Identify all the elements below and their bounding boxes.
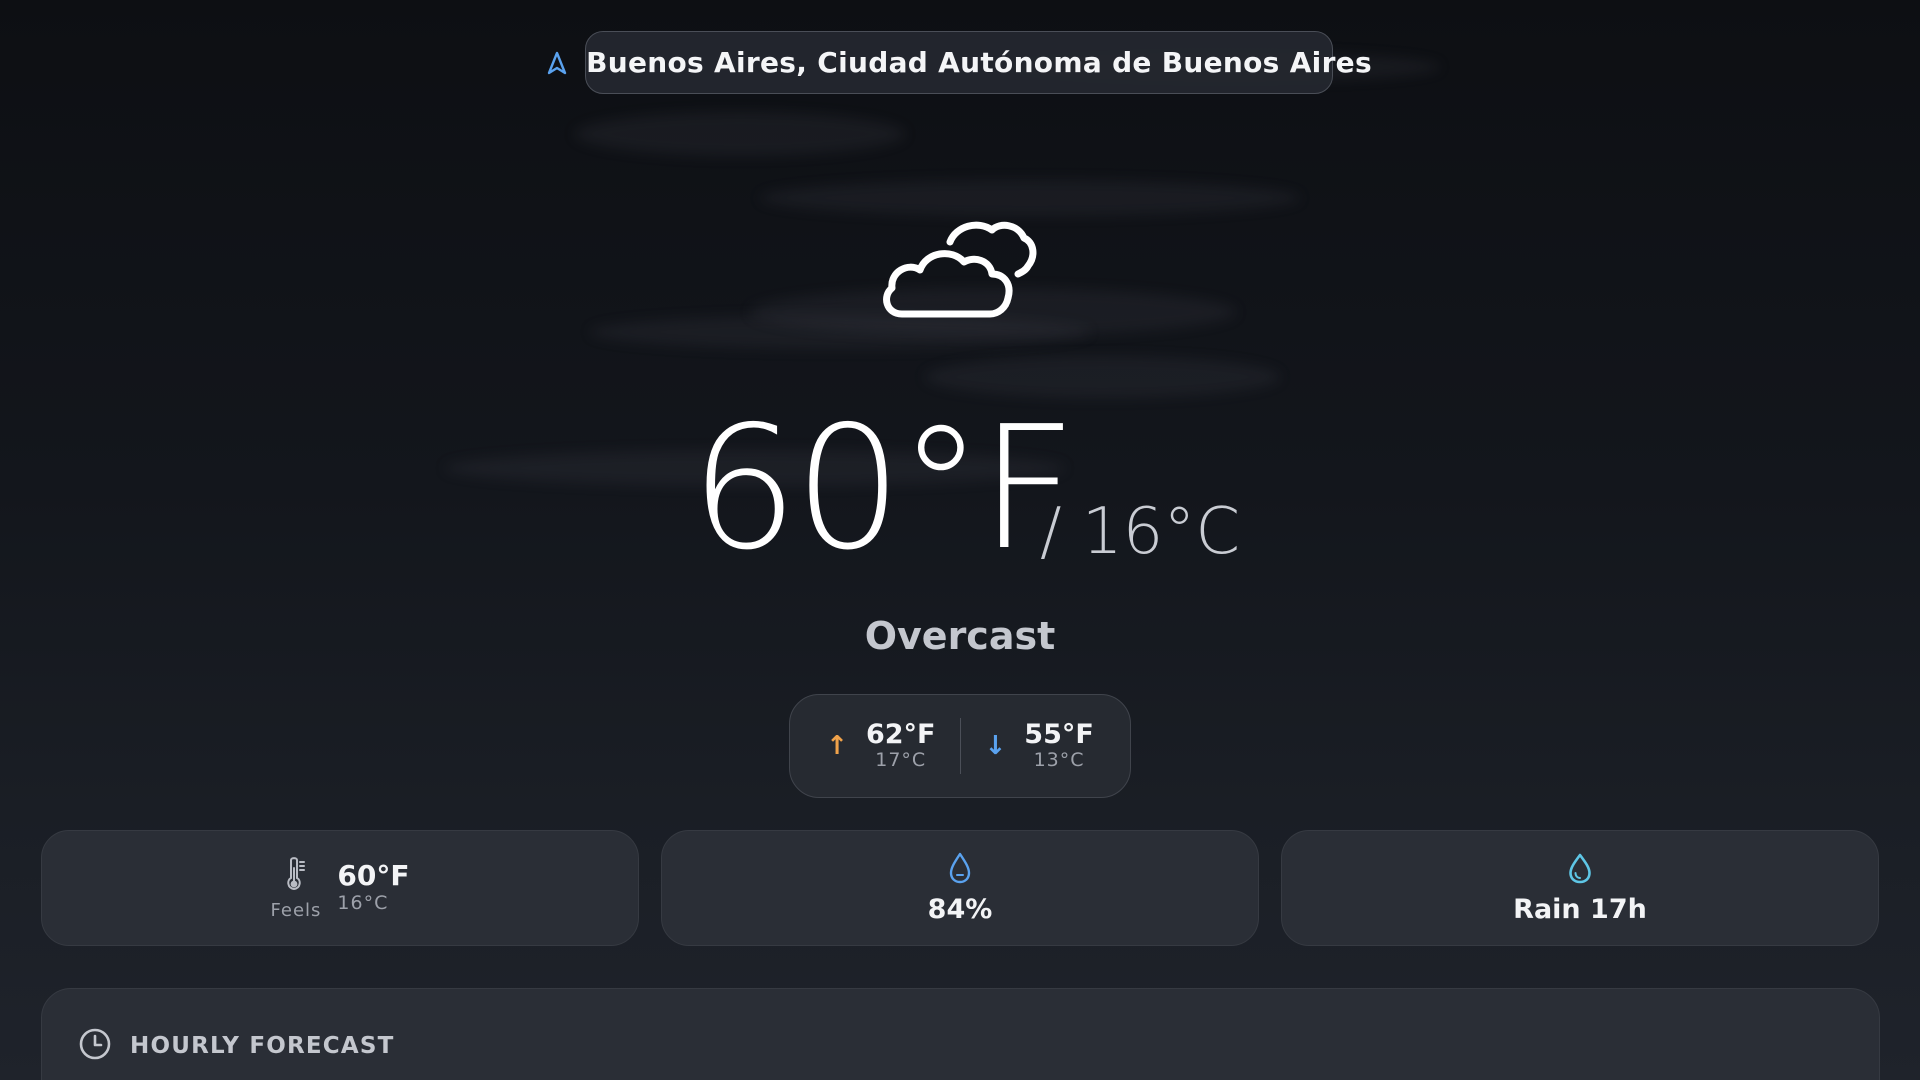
hourly-forecast-header: HOURLY FORECAST xyxy=(78,1027,395,1065)
cloud-icon xyxy=(878,212,1038,330)
thermometer-icon xyxy=(284,856,308,896)
background-haze xyxy=(760,180,1300,216)
clock-icon xyxy=(78,1027,112,1065)
feels-like-c: 16°C xyxy=(337,892,389,914)
navigation-arrow-icon xyxy=(546,51,568,75)
arrow-down-icon: ↓ xyxy=(984,730,1007,761)
humidity-card[interactable]: 84% xyxy=(661,830,1259,946)
feels-like-card[interactable]: Feels 60°F 16°C xyxy=(41,830,639,946)
current-temperature-c: / 16°C xyxy=(1040,495,1241,569)
hourly-forecast-panel[interactable]: HOURLY FORECAST xyxy=(41,988,1880,1080)
hourly-forecast-title: HOURLY FORECAST xyxy=(130,1033,395,1059)
high-temperature: ↑ 62°F 17°C xyxy=(802,720,959,772)
location-pill[interactable]: Buenos Aires, Ciudad Autónoma de Buenos … xyxy=(547,31,1372,94)
arrow-up-icon: ↑ xyxy=(826,730,848,761)
high-temp-f: 62°F xyxy=(865,718,936,750)
feels-label: Feels xyxy=(270,899,322,921)
location-name: Buenos Aires, Ciudad Autónoma de Buenos … xyxy=(586,46,1372,79)
high-low-pill: ↑ 62°F 17°C ↓ 55°F 13°C xyxy=(789,694,1131,798)
feels-like-f: 60°F xyxy=(337,859,410,893)
rain-value: Rain 17h xyxy=(1513,893,1647,925)
high-temp-c: 17°C xyxy=(875,749,927,772)
weather-screen: Buenos Aires, Ciudad Autónoma de Buenos … xyxy=(0,0,1920,1080)
humidity-value: 84% xyxy=(927,893,993,925)
current-temperature-f: 60°F xyxy=(690,390,1077,588)
rain-drop-icon xyxy=(1567,852,1593,888)
low-temp-f: 55°F xyxy=(1024,718,1094,750)
background-haze xyxy=(575,112,905,156)
low-temperature: ↓ 55°F 13°C xyxy=(961,720,1118,772)
low-temp-c: 13°C xyxy=(1033,749,1085,772)
rain-card[interactable]: Rain 17h xyxy=(1281,830,1879,946)
humidity-drop-icon xyxy=(948,852,972,888)
weather-condition: Overcast xyxy=(864,614,1056,658)
